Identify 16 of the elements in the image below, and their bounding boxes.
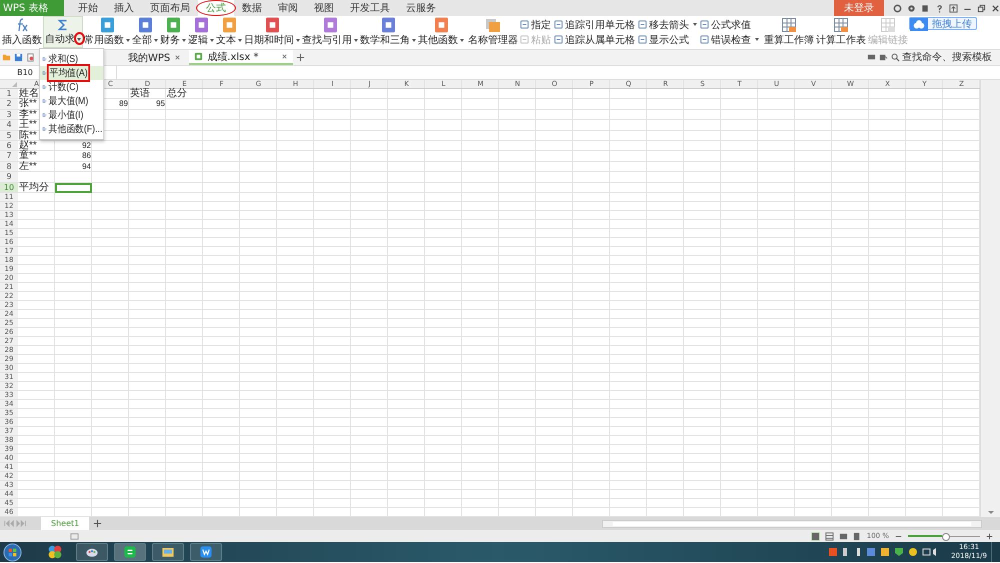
table-cell-text: 92 [81, 140, 92, 150]
table-cell: 张** [18, 99, 38, 109]
table-cell: 李** [18, 110, 38, 120]
table-cell: 王** [18, 120, 38, 130]
table-cell: 英语 [129, 89, 151, 98]
table-cell: 姓名 [18, 89, 40, 98]
table-cell-text: 86 [81, 151, 92, 161]
table-cell: 平均分 [18, 182, 50, 192]
table-cell: 左** [18, 162, 38, 172]
table-cell: 赵** [18, 140, 38, 150]
table-cell: 童** [18, 151, 38, 161]
table-cell: 陈** [18, 130, 38, 140]
table-cell: 总分 [166, 89, 188, 98]
table-cell-text: 95 [155, 99, 166, 109]
table-cell-text: 89 [118, 99, 129, 109]
table-cell-text: 94 [81, 162, 92, 172]
